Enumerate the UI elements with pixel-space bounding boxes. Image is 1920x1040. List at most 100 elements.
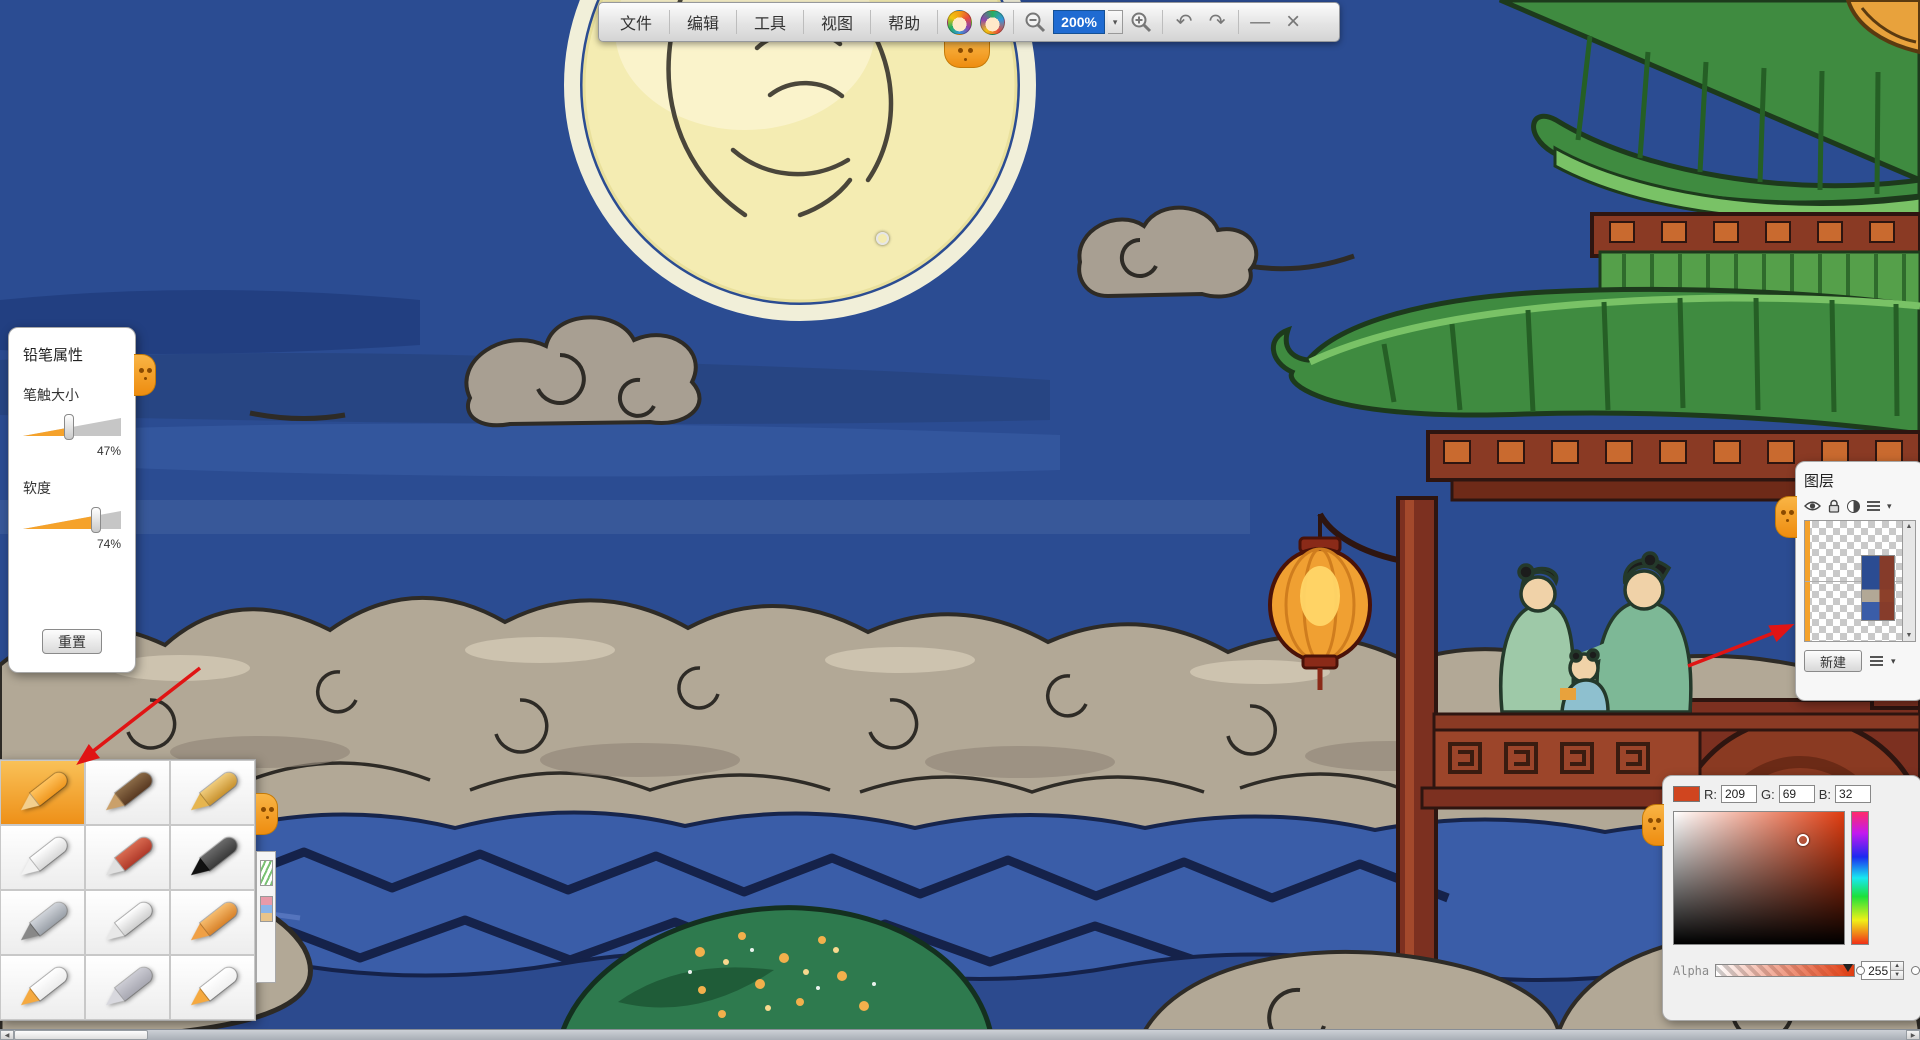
- brush-palette-knife[interactable]: [85, 825, 170, 890]
- brush-ink-brush[interactable]: [170, 825, 255, 890]
- slider-thumb[interactable]: [91, 507, 101, 533]
- reset-button[interactable]: 重置: [42, 629, 102, 654]
- alpha-spinner[interactable]: ▲ ▼: [1891, 961, 1904, 980]
- red-label: R:: [1704, 787, 1717, 802]
- visibility-eye-icon[interactable]: [1804, 500, 1821, 512]
- scroll-right-icon[interactable]: ▶: [1906, 1030, 1920, 1040]
- mascot-icon-1[interactable]: [944, 7, 974, 37]
- layer-list[interactable]: ▲ ▼: [1804, 520, 1916, 642]
- undo-button[interactable]: ↶: [1169, 7, 1199, 37]
- spin-up-icon[interactable]: ▲: [1891, 962, 1903, 971]
- blue-label: B:: [1819, 787, 1831, 802]
- brush-graphite[interactable]: [85, 955, 170, 1020]
- alpha-marker[interactable]: [1843, 964, 1853, 972]
- red-input[interactable]: 209: [1721, 785, 1757, 803]
- close-icon: ×: [1286, 10, 1300, 34]
- brush-airbrush[interactable]: [0, 890, 85, 955]
- redo-button[interactable]: ↷: [1202, 7, 1232, 37]
- blue-input[interactable]: 32: [1835, 785, 1871, 803]
- toolbar-divider: [870, 10, 871, 34]
- brush-chalk[interactable]: [0, 825, 85, 890]
- color-panel: R: 209 G: 69 B: 32 Alpha 255 ▲ ▼: [1662, 775, 1920, 1021]
- redo-icon: ↷: [1209, 12, 1226, 32]
- brush-eraser[interactable]: [170, 955, 255, 1020]
- close-button[interactable]: ×: [1278, 7, 1308, 37]
- hue-strip[interactable]: [1851, 811, 1869, 945]
- toolbar-divider: [1013, 10, 1014, 34]
- alpha-label: Alpha: [1673, 964, 1709, 978]
- brush-crayon-gold[interactable]: [170, 760, 255, 825]
- panel-drag-handle[interactable]: [1775, 496, 1797, 538]
- softness-slider[interactable]: [23, 506, 121, 534]
- picker-toggle-icon[interactable]: [1911, 966, 1920, 975]
- painting-canvas[interactable]: [0, 0, 1920, 1040]
- chevron-down-icon[interactable]: ▾: [1887, 501, 1892, 512]
- brush-size-value: 47%: [23, 444, 121, 458]
- brush-flat-brush[interactable]: [85, 890, 170, 955]
- toolbar-divider: [736, 10, 737, 34]
- softness-value: 74%: [23, 537, 121, 551]
- scroll-left-icon[interactable]: ◀: [0, 1030, 14, 1040]
- palette-page-thumb-2[interactable]: [260, 896, 273, 922]
- zoom-level-value[interactable]: 200%: [1053, 10, 1105, 34]
- slider-thumb[interactable]: [64, 414, 74, 440]
- brush-charcoal-pencil[interactable]: [85, 760, 170, 825]
- pencil-properties-panel: 铅笔属性 笔触大小 47% 软度 74% 重置: [8, 327, 136, 673]
- minimize-button[interactable]: —: [1245, 7, 1275, 37]
- brush-wax-crayon[interactable]: [170, 890, 255, 955]
- green-input[interactable]: 69: [1779, 785, 1815, 803]
- menu-view[interactable]: 视图: [810, 5, 864, 39]
- toolbar-divider: [1162, 10, 1163, 34]
- alpha-value-input[interactable]: 255: [1861, 961, 1891, 980]
- sv-gradient[interactable]: [1673, 811, 1845, 945]
- brush-size-label: 笔触大小: [23, 385, 121, 405]
- main-toolbar: 文件 编辑 工具 视图 帮助 200% ▾ ↶ ↷ — ×: [598, 2, 1340, 42]
- palette-page-thumb-1[interactable]: [260, 860, 273, 886]
- panel-drag-handle[interactable]: [1642, 804, 1664, 846]
- scrollbar-thumb[interactable]: [14, 1030, 148, 1040]
- sv-cursor[interactable]: [1797, 834, 1809, 846]
- brush-size-slider[interactable]: [23, 413, 121, 441]
- magnifier-plus-icon: [1130, 11, 1152, 33]
- panel-title: 铅笔属性: [23, 344, 121, 365]
- toolbar-divider: [803, 10, 804, 34]
- layer-menu-icon[interactable]: [1867, 501, 1880, 511]
- menu-help[interactable]: 帮助: [877, 5, 931, 39]
- chevron-down-icon[interactable]: ▾: [1891, 656, 1896, 667]
- new-layer-button[interactable]: 新建: [1804, 650, 1862, 672]
- brush-pencil[interactable]: [0, 760, 85, 825]
- green-label: G:: [1761, 787, 1775, 802]
- spin-down-icon[interactable]: ▼: [1891, 971, 1903, 979]
- lock-icon[interactable]: [1828, 499, 1840, 513]
- picker-toggle-icon[interactable]: [1856, 966, 1865, 975]
- zoom-in-button[interactable]: [1126, 7, 1156, 37]
- brush-palette: [0, 759, 256, 1021]
- softness-label: 软度: [23, 478, 121, 498]
- mascot-icon-2[interactable]: [977, 7, 1007, 37]
- current-color-swatch[interactable]: [1673, 786, 1700, 802]
- layers-scrollbar[interactable]: ▲ ▼: [1902, 521, 1915, 641]
- brush-marker[interactable]: [0, 955, 85, 1020]
- zoom-out-button[interactable]: [1020, 7, 1050, 37]
- zoom-dropdown-button[interactable]: ▾: [1108, 10, 1123, 34]
- panel-title: 图层: [1804, 470, 1916, 491]
- layer-thumbnail[interactable]: [1861, 555, 1895, 621]
- blend-contrast-icon[interactable]: [1847, 500, 1860, 513]
- layers-panel: 图层 ▾ ▲ ▼ 新建 ▾: [1795, 461, 1920, 701]
- scroll-down-icon[interactable]: ▼: [1906, 632, 1913, 639]
- menu-edit[interactable]: 编辑: [676, 5, 730, 39]
- alpha-bar[interactable]: [1715, 964, 1855, 977]
- canvas-area[interactable]: [0, 0, 1920, 1040]
- toolbar-divider: [669, 10, 670, 34]
- horizontal-scrollbar[interactable]: ◀ ▶: [0, 1029, 1920, 1040]
- undo-icon: ↶: [1176, 12, 1193, 32]
- layer-options-icon[interactable]: [1870, 656, 1883, 666]
- menu-file[interactable]: 文件: [609, 5, 663, 39]
- menu-tools[interactable]: 工具: [743, 5, 797, 39]
- scroll-up-icon[interactable]: ▲: [1906, 523, 1913, 530]
- toolbar-drag-handle[interactable]: [944, 41, 990, 68]
- toolbar-divider: [1238, 10, 1239, 34]
- panel-drag-handle[interactable]: [134, 354, 156, 396]
- panel-drag-handle[interactable]: [256, 793, 278, 835]
- slider-fill: [23, 511, 96, 529]
